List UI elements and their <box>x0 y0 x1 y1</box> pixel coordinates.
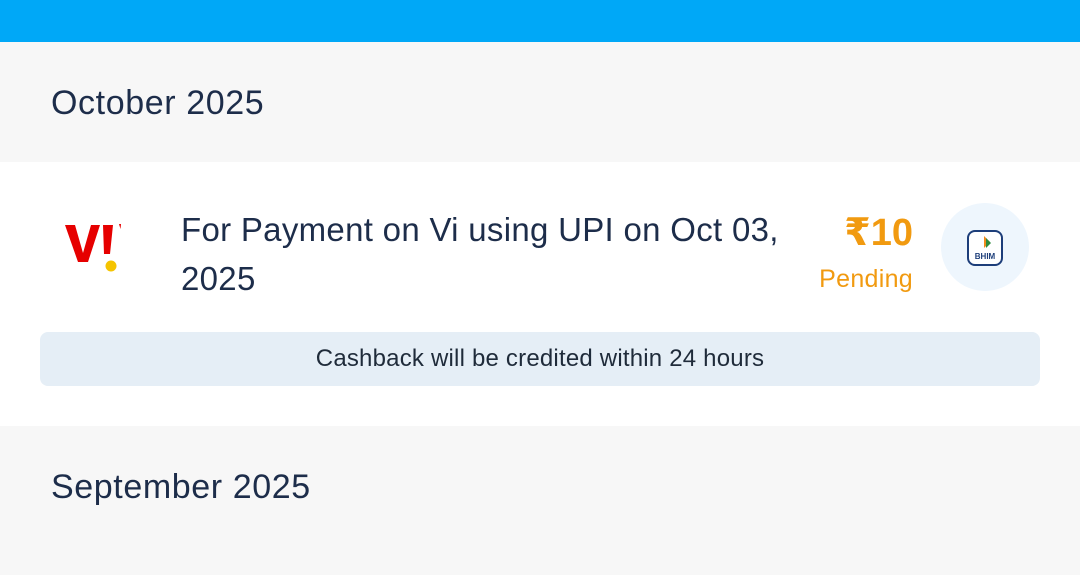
cashback-note: Cashback will be credited within 24 hour… <box>40 332 1040 386</box>
top-app-bar <box>0 0 1080 42</box>
month-label: October 2025 <box>51 84 265 122</box>
cashback-amount: ₹10 <box>844 212 913 254</box>
svg-text:BHIM: BHIM <box>975 252 996 261</box>
vi-logo-icon <box>62 220 132 280</box>
month-label: September 2025 <box>51 468 311 506</box>
bhim-upi-icon: BHIM <box>941 203 1029 291</box>
status-badge: Pending <box>819 265 913 293</box>
month-header-september: September 2025 <box>0 426 1080 575</box>
transaction-item[interactable]: For Payment on Vi using UPI on Oct 03, 2… <box>0 162 1080 426</box>
month-header-october: October 2025 <box>0 42 1080 162</box>
transaction-description: For Payment on Vi using UPI on Oct 03, 2… <box>181 211 779 297</box>
